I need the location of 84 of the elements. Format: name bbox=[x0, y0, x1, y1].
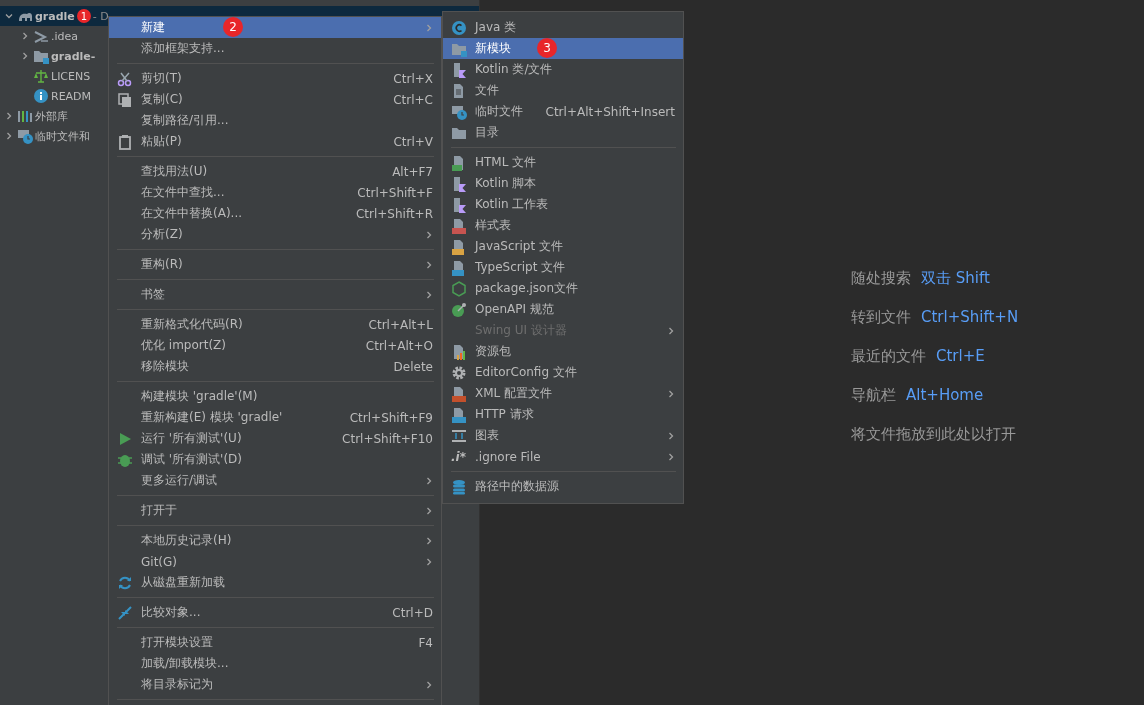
shortcut-text: Ctrl+C bbox=[393, 92, 433, 107]
menu-item[interactable]: 重构(R) bbox=[109, 254, 441, 275]
shortcut-text: Ctrl+Alt+O bbox=[365, 338, 433, 353]
menu-item[interactable]: 调试 '所有测试'(D) bbox=[109, 449, 441, 470]
shortcut-text: 双击 Shift bbox=[921, 268, 990, 288]
menu-item[interactable]: 目录 bbox=[443, 122, 683, 143]
menu-item[interactable]: 复制(C) Ctrl+C bbox=[109, 89, 441, 110]
menu-item[interactable]: Kotlin 脚本 bbox=[443, 173, 683, 194]
menu-item[interactable]: 在文件中查找... Ctrl+Shift+F bbox=[109, 182, 441, 203]
menu-item[interactable]: 加载/卸载模块... bbox=[109, 653, 441, 674]
tree-item-label[interactable]: READM bbox=[51, 89, 92, 103]
shortcut-text: Ctrl+Shift+F9 bbox=[349, 410, 433, 425]
menu-item[interactable]: 重新格式化代码(R) Ctrl+Alt+L bbox=[109, 314, 441, 335]
tree-item-label[interactable]: gradle- bbox=[51, 49, 96, 63]
menu-item[interactable]: 构建模块 'gradle'(M) bbox=[109, 386, 441, 407]
menu-item[interactable]: Git(G) bbox=[109, 551, 441, 572]
shortcut-text: Ctrl+Shift+R bbox=[355, 206, 433, 221]
menu-item[interactable]: .i* .ignore File bbox=[443, 446, 683, 467]
tree-item-label[interactable]: gradle bbox=[35, 9, 75, 23]
menu-item[interactable]: 从磁盘重新加载 bbox=[109, 572, 441, 593]
menu-item[interactable]: 新建 2 bbox=[109, 17, 441, 38]
shortcut-text: Ctrl+Shift+F bbox=[357, 185, 433, 200]
menu-item[interactable]: 添加框架支持... bbox=[109, 38, 441, 59]
menu-item[interactable]: 资源包 bbox=[443, 341, 683, 362]
menu-item[interactable]: 在文件中替换(A)... Ctrl+Shift+R bbox=[109, 203, 441, 224]
menu-item[interactable]: 文件 bbox=[443, 80, 683, 101]
shortcut-text: Ctrl+Alt+Shift+Insert bbox=[545, 104, 675, 119]
menu-item[interactable]: OpenAPI 规范 bbox=[443, 299, 683, 320]
hint-text: 将文件拖放到此处以打开 bbox=[851, 424, 1016, 444]
menu-item[interactable]: HTTP 请求 bbox=[443, 404, 683, 425]
shortcut-text: Ctrl+V bbox=[393, 134, 433, 149]
menu-item[interactable]: 移除模块 Delete bbox=[109, 356, 441, 377]
menu-item[interactable]: 运行 '所有测试'(U) Ctrl+Shift+F10 bbox=[109, 428, 441, 449]
shortcut-text: Ctrl+Shift+N bbox=[921, 308, 1019, 326]
project-path: - D bbox=[92, 9, 109, 23]
menu-item[interactable]: 将目录标记为 bbox=[109, 674, 441, 695]
menu-item[interactable]: Kotlin 类/文件 bbox=[443, 59, 683, 80]
shortcut-text: Ctrl+Alt+L bbox=[368, 317, 433, 332]
menu-item[interactable]: 图表 bbox=[443, 425, 683, 446]
tree-item-label[interactable]: 外部库 bbox=[35, 108, 68, 124]
hint-text: 随处搜索 bbox=[851, 268, 911, 288]
menu-item[interactable]: 重新构建(E) 模块 'gradle' Ctrl+Shift+F9 bbox=[109, 407, 441, 428]
shortcut-text: Alt+F7 bbox=[392, 164, 433, 179]
ignore-file-icon: .i* bbox=[451, 449, 466, 464]
shortcut-text: Ctrl+X bbox=[393, 71, 433, 86]
shortcut-text: Ctrl+E bbox=[936, 347, 985, 365]
step-badge: 3 bbox=[537, 38, 557, 58]
hint-text: 转到文件 bbox=[851, 307, 911, 327]
menu-item[interactable]: EditorConfig 文件 bbox=[443, 362, 683, 383]
menu-item[interactable]: Kotlin 工作表 bbox=[443, 194, 683, 215]
hint-text: 最近的文件 bbox=[851, 346, 926, 366]
menu-item[interactable]: 样式表 bbox=[443, 215, 683, 236]
step-badge: 2 bbox=[223, 17, 243, 37]
tree-item-label[interactable]: .idea bbox=[51, 29, 79, 43]
hint-text: 导航栏 bbox=[851, 385, 896, 405]
menu-item[interactable]: JavaScript 文件 bbox=[443, 236, 683, 257]
menu-item[interactable]: Java 类 bbox=[443, 17, 683, 38]
menu-item[interactable]: 临时文件 Ctrl+Alt+Shift+Insert bbox=[443, 101, 683, 122]
menu-item[interactable]: 打开于 bbox=[109, 500, 441, 521]
menu-item[interactable]: 更多运行/调试 bbox=[109, 470, 441, 491]
menu-item[interactable]: 本地历史记录(H) bbox=[109, 530, 441, 551]
menu-item[interactable]: 粘贴(P) Ctrl+V bbox=[109, 131, 441, 152]
menu-item[interactable]: 比较对象... Ctrl+D bbox=[109, 602, 441, 623]
menu-item[interactable]: 剪切(T) Ctrl+X bbox=[109, 68, 441, 89]
menu-item[interactable]: TypeScript 文件 bbox=[443, 257, 683, 278]
step-badge: 1 bbox=[76, 9, 91, 23]
tree-item-label[interactable]: 临时文件和 bbox=[35, 128, 90, 144]
menu-item[interactable]: 复制路径/引用... bbox=[109, 110, 441, 131]
shortcut-text: Alt+Home bbox=[906, 386, 984, 404]
shortcut-text: Ctrl+D bbox=[392, 605, 433, 620]
menu-item[interactable]: 优化 import(Z) Ctrl+Alt+O bbox=[109, 335, 441, 356]
menu-item[interactable]: 新模块 3 bbox=[443, 38, 683, 59]
menu-item[interactable]: 分析(Z) bbox=[109, 224, 441, 245]
menu-item[interactable]: package.json文件 bbox=[443, 278, 683, 299]
shortcut-text: Ctrl+Shift+F10 bbox=[342, 431, 433, 446]
menu-item[interactable]: 书签 bbox=[109, 284, 441, 305]
shortcut-text: F4 bbox=[418, 635, 433, 650]
menu-item[interactable]: 路径中的数据源 bbox=[443, 476, 683, 497]
tree-item-label[interactable]: LICENS bbox=[51, 69, 91, 83]
shortcut-text: Delete bbox=[393, 359, 433, 374]
menu-item[interactable]: HTML 文件 bbox=[443, 152, 683, 173]
menu-item[interactable]: 打开模块设置 F4 bbox=[109, 632, 441, 653]
menu-item[interactable]: 查找用法(U) Alt+F7 bbox=[109, 161, 441, 182]
menu-item[interactable]: XML 配置文件 bbox=[443, 383, 683, 404]
